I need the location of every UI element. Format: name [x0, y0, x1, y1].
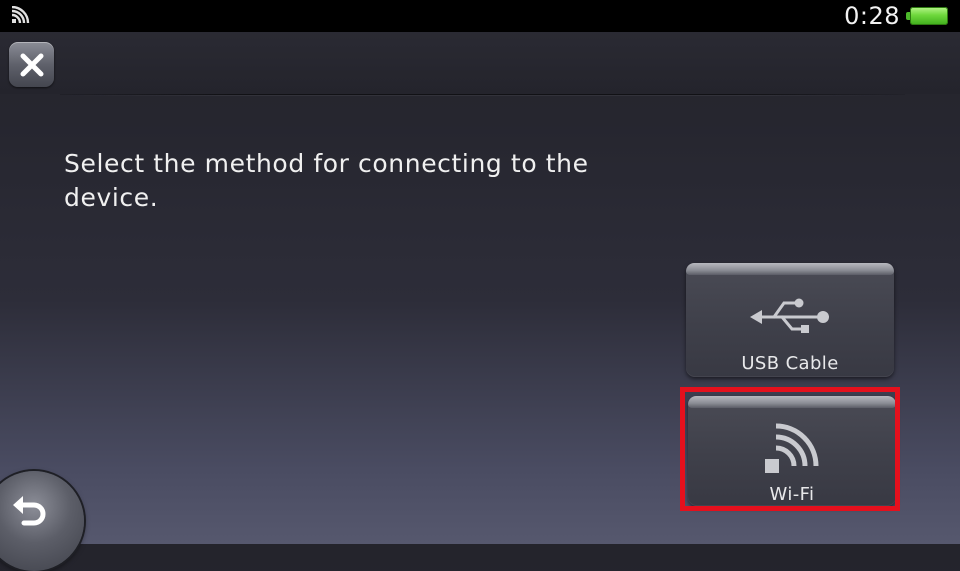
battery-full-icon	[906, 7, 948, 25]
status-bar: 0:28	[0, 0, 960, 32]
back-button[interactable]	[0, 471, 84, 571]
wifi-button[interactable]: Wi-Fi	[688, 396, 896, 506]
usb-cable-label: USB Cable	[741, 353, 839, 374]
wifi-label: Wi-Fi	[769, 484, 815, 505]
clock: 0:28	[844, 2, 900, 30]
close-button[interactable]	[9, 42, 54, 87]
back-arrow-icon	[13, 496, 46, 526]
usb-icon	[750, 298, 829, 333]
header	[0, 32, 960, 94]
close-icon	[20, 53, 43, 76]
wifi-signal-icon	[11, 6, 30, 24]
usb-cable-button[interactable]: USB Cable	[686, 263, 894, 377]
instruction-text: Select the method for connecting to the …	[64, 149, 589, 212]
wifi-icon	[765, 423, 819, 473]
